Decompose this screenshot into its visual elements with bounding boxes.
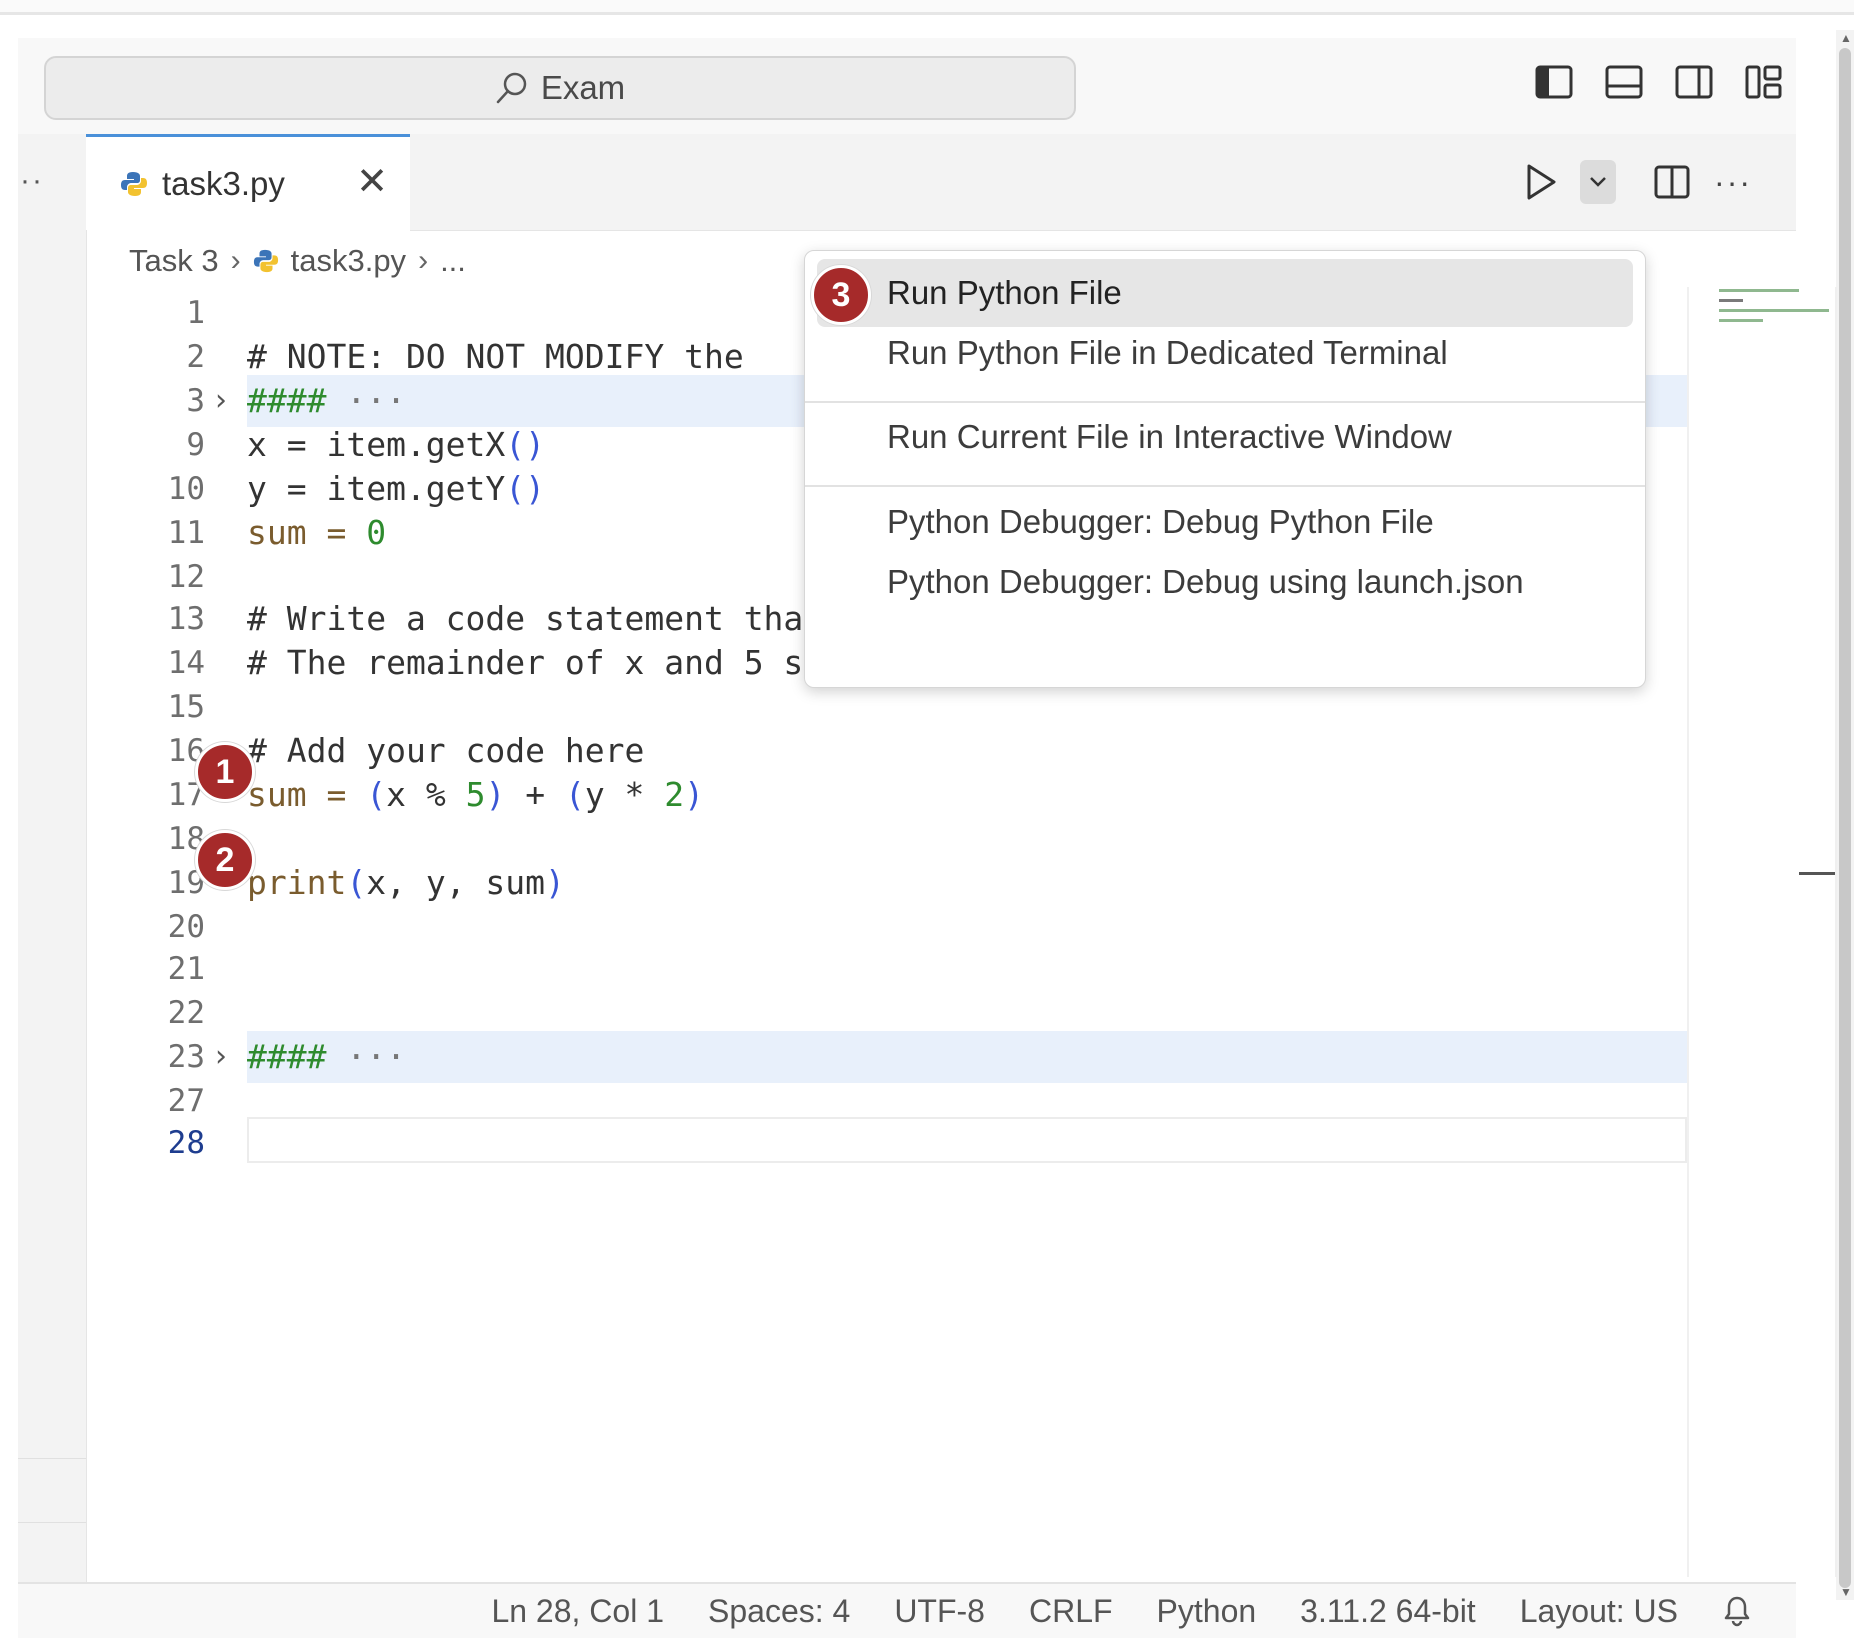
menu-item-run-python-file[interactable]: Run Python File [817, 259, 1633, 327]
scrollbar-thumb[interactable] [1839, 48, 1851, 1588]
code-token: ) [485, 775, 506, 814]
menu-item-run-dedicated-terminal[interactable]: Run Python File in Dedicated Terminal [817, 319, 1633, 387]
run-icon[interactable] [1524, 163, 1558, 201]
breadcrumb-folder[interactable]: Task 3 [129, 243, 219, 279]
status-eol[interactable]: CRLF [1029, 1593, 1113, 1630]
callout-badge-1: 1 [195, 742, 255, 802]
overview-ruler[interactable] [1835, 287, 1837, 1577]
chevron-right-icon: › [418, 244, 429, 277]
code-token: ( [564, 775, 585, 814]
status-encoding[interactable]: UTF-8 [894, 1593, 985, 1630]
toggle-primary-sidebar-icon[interactable] [1534, 62, 1574, 102]
code-token: 0 [366, 513, 387, 552]
line-number: 28 [167, 1125, 205, 1161]
code-token: ( [346, 863, 367, 902]
minimap-line [1719, 309, 1829, 312]
close-icon[interactable]: ✕ [356, 163, 388, 201]
folded-ellipsis[interactable]: ··· [346, 381, 406, 420]
code-token: () [505, 469, 546, 508]
python-icon [253, 249, 278, 273]
vscode-window: Exam ·· task3.py ✕ ··· Task 3 › task3.py… [18, 38, 1837, 1638]
code-token: ) [545, 863, 565, 902]
folded-marker: #### [247, 1037, 327, 1076]
tab-overflow[interactable]: ·· [20, 164, 44, 198]
code-token: sum = [247, 775, 367, 814]
tab-label: task3.py [162, 165, 285, 202]
code-token: ( [366, 775, 387, 814]
command-center[interactable]: Exam [44, 56, 1076, 120]
cursor-position-marker [1799, 872, 1835, 875]
status-language[interactable]: Python [1157, 1593, 1257, 1630]
status-interpreter[interactable]: 3.11.2 64-bit [1300, 1593, 1476, 1630]
scroll-up-icon[interactable]: ▲ [1840, 32, 1852, 44]
chevron-right-icon: › [230, 244, 241, 277]
code-token: 5 [465, 775, 486, 814]
code-token: print [247, 863, 347, 902]
customize-layout-icon[interactable] [1744, 62, 1784, 102]
breadcrumb: Task 3 › task3.py › ... [129, 243, 466, 279]
minimap[interactable] [1687, 287, 1837, 1577]
menu-item-debug-launch-json[interactable]: Python Debugger: Debug using launch.json [817, 548, 1633, 616]
code-line: 28 [87, 1117, 1687, 1169]
layout-controls [1534, 62, 1784, 102]
code-token: sum = [247, 513, 367, 552]
menu-item-run-interactive-window[interactable]: Run Current File in Interactive Window [817, 403, 1633, 471]
status-bar: Ln 28, Col 1 Spaces: 4 UTF-8 CRLF Python… [18, 1582, 1796, 1638]
toggle-secondary-sidebar-icon[interactable] [1674, 62, 1714, 102]
status-indentation[interactable]: Spaces: 4 [708, 1593, 850, 1630]
code-token: y * [584, 775, 665, 814]
editor-actions: ··· [1524, 160, 1752, 204]
minimap-line [1719, 299, 1743, 302]
command-center-label: Exam [540, 69, 626, 106]
left-panel-strip [18, 230, 87, 1582]
title-bar: Exam [18, 38, 1796, 134]
search-icon [496, 72, 527, 104]
code-token: y = item.getY [247, 469, 506, 508]
page-scrollbar[interactable]: ▲ ▼ [1836, 30, 1854, 1600]
code-token: ) [684, 775, 705, 814]
toggle-panel-icon[interactable] [1604, 62, 1644, 102]
python-icon [121, 172, 147, 196]
breadcrumb-symbol[interactable]: ... [440, 243, 466, 279]
status-keyboard-layout[interactable]: Layout: US [1520, 1593, 1678, 1630]
editor-tab-bar: ·· task3.py ✕ ··· [18, 134, 1796, 231]
folded-ellipsis[interactable]: ··· [346, 1037, 406, 1076]
menu-item-debug-python-file[interactable]: Python Debugger: Debug Python File [817, 488, 1633, 556]
run-dropdown-button[interactable] [1580, 160, 1617, 204]
divider [18, 1458, 86, 1459]
menu-separator [805, 485, 1645, 487]
more-actions-button[interactable]: ··· [1714, 164, 1752, 201]
run-menu: Run Python File 3 Run Python File in Ded… [804, 250, 1646, 688]
code-token: + [505, 775, 565, 814]
folded-marker: #### [247, 381, 327, 420]
code-token: x = item.getX [247, 425, 506, 464]
code-token: x % [386, 775, 466, 814]
breadcrumb-file[interactable]: task3.py [291, 243, 406, 279]
minimap-line [1719, 319, 1763, 322]
code-token: 2 [664, 775, 685, 814]
divider [18, 1522, 86, 1523]
code-token: x, y, sum [366, 863, 546, 902]
status-cursor-position[interactable]: Ln 28, Col 1 [491, 1593, 664, 1630]
minimap-line [1719, 289, 1799, 292]
window-top-edge [0, 0, 1854, 15]
chevron-down-icon [1590, 177, 1606, 187]
split-editor-icon[interactable] [1652, 162, 1692, 202]
callout-badge-3: 3 [811, 265, 871, 325]
callout-badge-2: 2 [195, 830, 255, 890]
code-token: () [505, 425, 546, 464]
scroll-down-icon[interactable]: ▼ [1840, 1586, 1852, 1598]
tab-task3-py[interactable]: task3.py ✕ [86, 134, 410, 231]
